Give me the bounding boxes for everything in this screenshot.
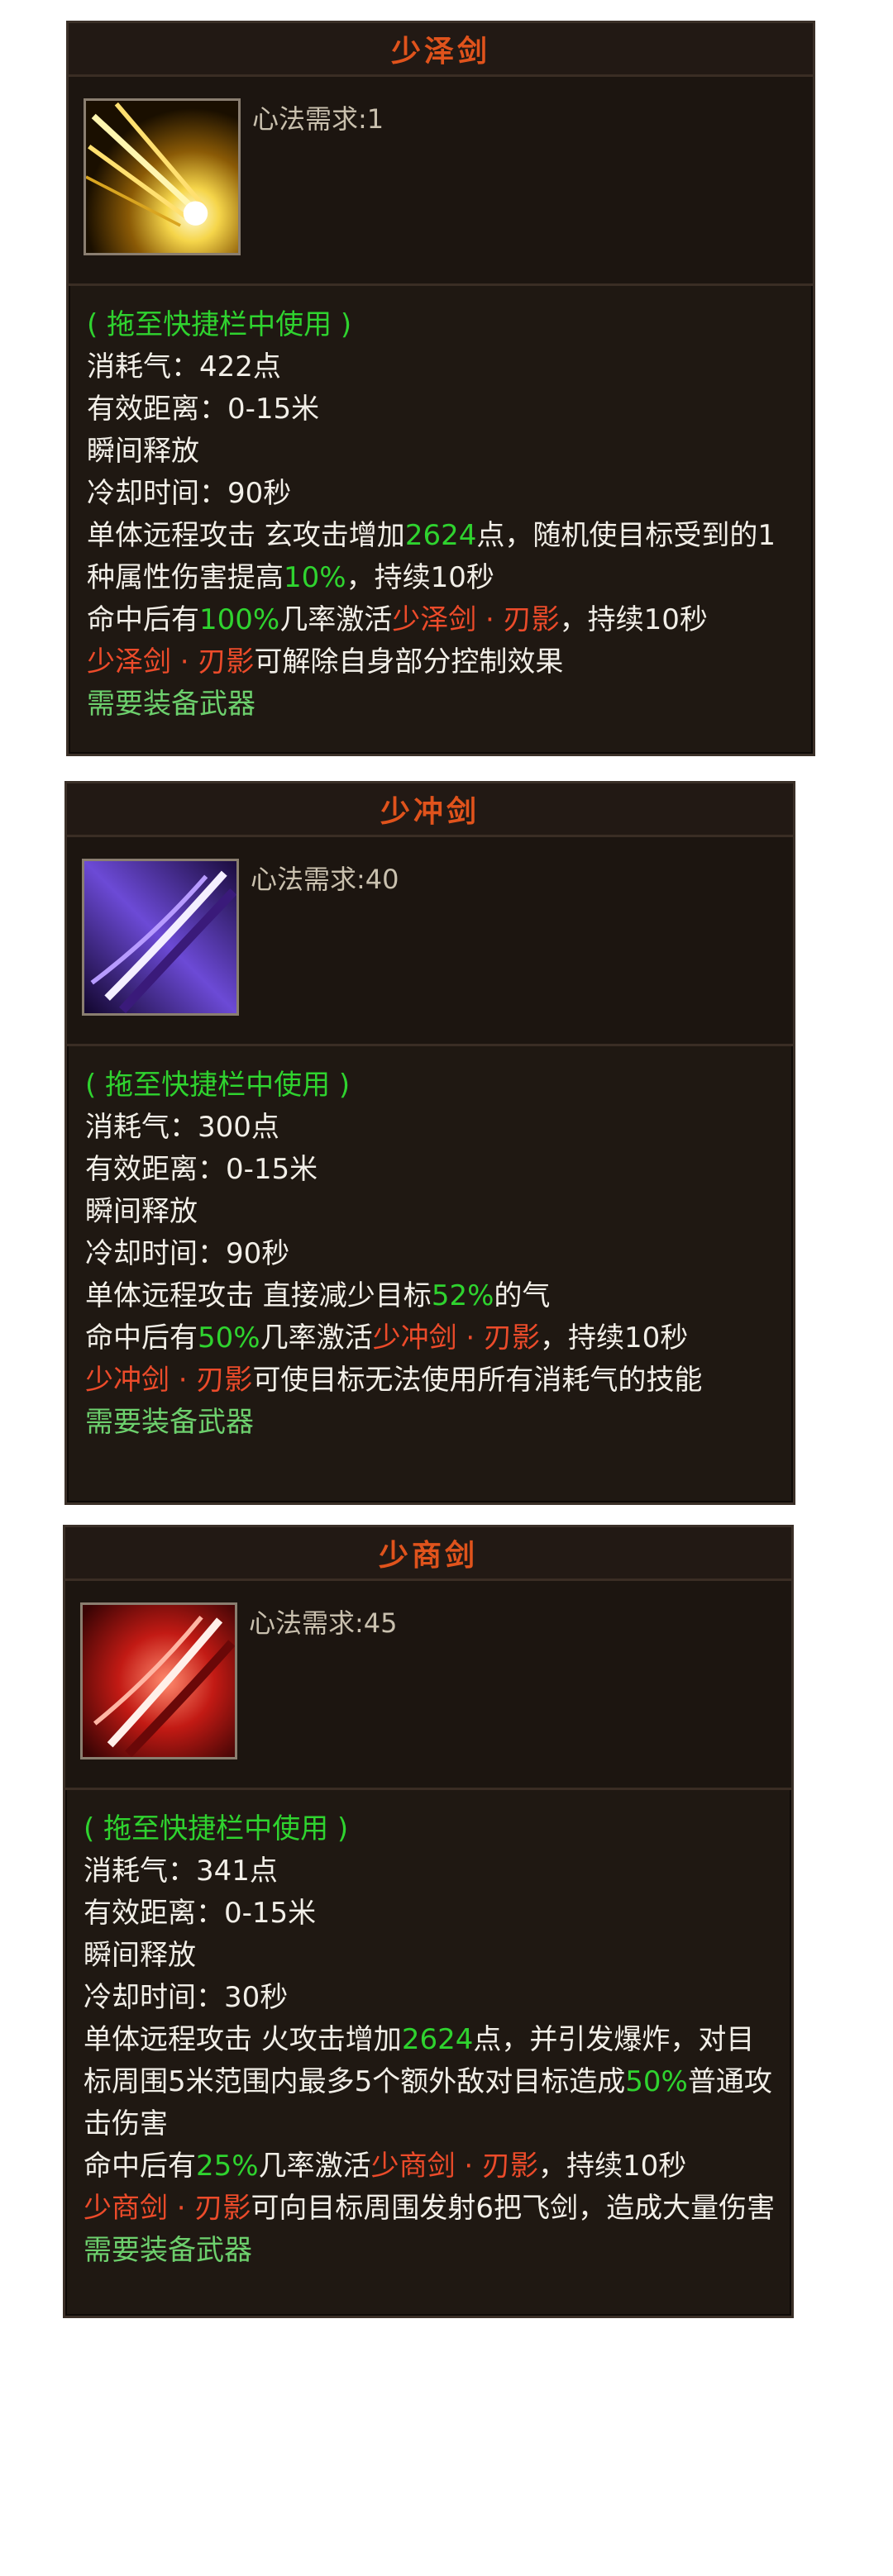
skill-card-shaoze: 少泽剑 心法需求:1 (拖至快捷栏中使用) 消耗气：422点 有效距离：0-… — [66, 21, 815, 756]
skill-effect-text: 单体远程攻击 直接减少目标52%的气 — [85, 1275, 778, 1317]
skill-description: ( 拖至快捷栏中使用 ) 消耗气：300点 有效距离：0-15米 瞬间释放 冷却… — [67, 1046, 793, 1459]
cast-type: 瞬间释放 — [85, 1195, 198, 1228]
buff-effect: 可解除自身部分控制效果 — [254, 645, 564, 679]
effect-text: 单体远程攻击 火攻击增加 — [84, 2023, 402, 2056]
proc-text: 命中后有100%几率激活少泽剑 · 刃影，持续10秒 — [87, 599, 798, 641]
skill-effect-text: 单体远程攻击 玄攻击增加2624点，随机使目标受到的1种属性伤害提高10%，持续… — [87, 515, 798, 599]
percent-value: 10% — [284, 561, 346, 594]
percent-value: 52% — [431, 1279, 494, 1312]
skill-title: 少冲剑 — [67, 783, 793, 837]
skill-requirement: 心法需求:1 — [252, 103, 384, 135]
red-sword-slash-icon — [80, 1602, 237, 1759]
proc-buff-name: 少商剑 · 刃影 — [370, 2150, 539, 2183]
golden-sword-burst-icon — [84, 98, 241, 255]
skill-title: 少商剑 — [65, 1527, 791, 1581]
qi-cost: 消耗气：341点 — [84, 1855, 278, 1888]
purple-sword-slash-icon — [82, 859, 239, 1016]
proc-label: 几率激活 — [258, 2150, 371, 2183]
buff-effect-text: 少商剑 · 刃影可向目标周围发射6把飞剑，造成大量伤害 — [84, 2188, 776, 2230]
drag-hint: ( 拖至快捷栏中使用 ) — [85, 1069, 351, 1102]
qi-cost: 消耗气：422点 — [87, 350, 281, 383]
buff-effect: 可向目标周围发射6把飞剑，造成大量伤害 — [251, 2192, 776, 2225]
cooldown: 冷却时间：90秒 — [87, 477, 292, 510]
skill-description: ( 拖至快捷栏中使用 ) 消耗气：341点 有效距离：0-15米 瞬间释放 冷却… — [65, 1790, 791, 2287]
effective-range: 有效距离：0-15米 — [84, 1897, 317, 1930]
proc-buff-name: 少冲剑 · 刃影 — [372, 1321, 541, 1355]
effect-text: 单体远程攻击 玄攻击增加 — [87, 519, 405, 552]
qi-cost: 消耗气：300点 — [85, 1111, 279, 1144]
buff-effect-text: 少泽剑 · 刃影可解除自身部分控制效果 — [87, 641, 798, 683]
proc-label: 命中后有 — [85, 1321, 198, 1355]
percent-value: 50% — [625, 2065, 688, 2098]
buff-name: 少泽剑 · 刃影 — [87, 645, 255, 679]
proc-duration: ，持续10秒 — [538, 2150, 687, 2183]
effect-text: 单体远程攻击 直接减少目标 — [85, 1279, 432, 1312]
skill-effect-text: 单体远程攻击 火攻击增加2624点，并引发爆炸，对目标周围5米范围内最多5个额外… — [84, 2019, 776, 2145]
skill-card-shaoshang: 少商剑 心法需求:45 ( 拖至快捷栏中使用 ) 消耗气：341点 有效距离：0… — [63, 1525, 794, 2318]
proc-label: 命中后有 — [84, 2150, 196, 2183]
skill-header-area: 心法需求:1 — [69, 77, 813, 286]
skill-description: ( 拖至快捷栏中使用 ) 消耗气：422点 有效距离：0-15米 瞬间释放 冷却… — [69, 286, 813, 740]
drag-hint: ( 拖至快捷栏中使用 ) — [84, 1812, 349, 1845]
effect-text: 的气 — [494, 1279, 551, 1312]
proc-chance: 50% — [198, 1321, 260, 1355]
cooldown: 冷却时间：30秒 — [84, 1981, 289, 2014]
damage-value: 2624 — [404, 519, 477, 552]
effective-range: 有效距离：0-15米 — [85, 1153, 318, 1186]
buff-effect: 可使目标无法使用所有消耗气的技能 — [252, 1364, 703, 1397]
skill-requirement: 心法需求:40 — [251, 864, 399, 895]
proc-label: 几率激活 — [260, 1321, 373, 1355]
skill-requirement: 心法需求:45 — [249, 1607, 398, 1639]
skill-header-area: 心法需求:45 — [65, 1581, 791, 1790]
proc-chance: 100% — [199, 603, 280, 636]
skill-header-area: 心法需求:40 — [67, 837, 793, 1046]
skill-title: 少泽剑 — [69, 23, 813, 77]
proc-text: 命中后有50%几率激活少冲剑 · 刃影，持续10秒 — [85, 1317, 778, 1359]
weapon-requirement: 需要装备武器 — [87, 688, 255, 721]
cast-type: 瞬间释放 — [84, 1939, 196, 1972]
weapon-requirement: 需要装备武器 — [84, 2234, 252, 2267]
proc-duration: ，持续10秒 — [559, 603, 708, 636]
proc-buff-name: 少泽剑 · 刃影 — [392, 603, 560, 636]
buff-name: 少冲剑 · 刃影 — [85, 1364, 253, 1397]
buff-effect-text: 少冲剑 · 刃影可使目标无法使用所有消耗气的技能 — [85, 1359, 778, 1402]
cast-type: 瞬间释放 — [87, 435, 199, 468]
damage-value: 2624 — [401, 2023, 474, 2056]
effective-range: 有效距离：0-15米 — [87, 393, 320, 426]
proc-label: 命中后有 — [87, 603, 199, 636]
skill-card-shaochong: 少冲剑 心法需求:40 ( 拖至快捷栏中使用 ) 消耗气：300点 有效距离：0… — [64, 781, 795, 1505]
drag-hint: ( 拖至快捷栏中使用 ) — [87, 308, 352, 341]
proc-chance: 25% — [196, 2150, 259, 2183]
proc-text: 命中后有25%几率激活少商剑 · 刃影，持续10秒 — [84, 2145, 776, 2188]
cooldown: 冷却时间：90秒 — [85, 1237, 290, 1270]
buff-name: 少商剑 · 刃影 — [84, 2192, 251, 2225]
proc-label: 几率激活 — [279, 603, 393, 636]
effect-text: ，持续10秒 — [346, 561, 494, 594]
proc-duration: ，持续10秒 — [540, 1321, 689, 1355]
weapon-requirement: 需要装备武器 — [85, 1406, 254, 1439]
